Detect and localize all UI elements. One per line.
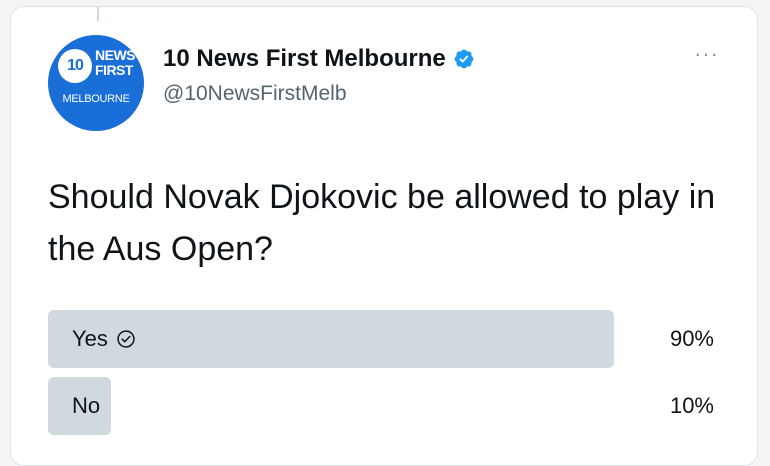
logo-number: 10	[67, 57, 84, 74]
poll-option-text: No	[72, 393, 101, 418]
more-options-icon[interactable]: ···	[694, 41, 719, 67]
poll-option-yes[interactable]: Yes 90%	[48, 310, 724, 368]
verified-badge-icon	[454, 49, 474, 69]
logo-brand-text: NEWS FIRST	[95, 47, 136, 78]
display-name[interactable]: 10 News First Melbourne	[163, 45, 446, 73]
account-name-row[interactable]: 10 News First Melbourne	[163, 45, 475, 73]
tweet-text: Should Novak Djokovic be allowed to play…	[48, 178, 716, 268]
logo-city-text: MELBOURNE	[62, 93, 130, 105]
poll-percent: 10%	[669, 393, 714, 418]
account-handle[interactable]: @10NewsFirstMelb	[163, 82, 347, 106]
check-circle-icon	[117, 330, 135, 348]
poll-option-label: No	[72, 377, 100, 435]
avatar[interactable]: 10 NEWS FIRST MELBOURNE	[48, 35, 144, 131]
tweet-card[interactable]: 10 NEWS FIRST MELBOURNE 10 News First Me…	[10, 6, 758, 466]
poll-option-no[interactable]: No 10%	[48, 377, 724, 435]
poll-percent: 90%	[669, 326, 714, 351]
poll-option-label: Yes	[72, 310, 136, 368]
thread-line	[97, 7, 99, 21]
poll-option-text: Yes	[72, 326, 108, 351]
